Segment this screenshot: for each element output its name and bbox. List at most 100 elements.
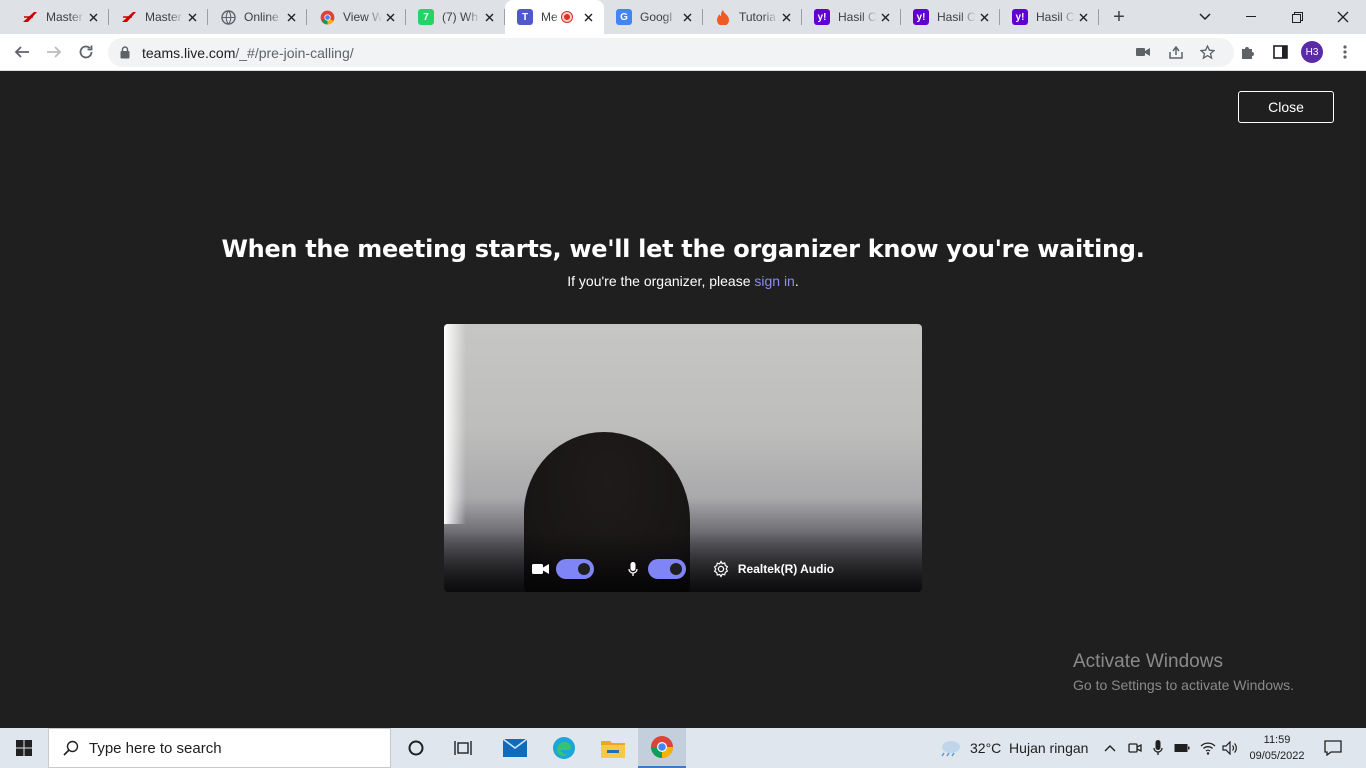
profile-avatar[interactable]: H3 — [1301, 41, 1323, 63]
audio-device-label[interactable]: Realtek(R) Audio — [738, 562, 834, 576]
forward-button[interactable] — [42, 40, 66, 64]
tab-close-icon[interactable] — [976, 9, 992, 25]
wifi-icon — [1200, 742, 1216, 755]
arrow-right-icon — [47, 46, 62, 58]
yahoo-icon: y! — [814, 9, 830, 25]
browser-tab[interactable]: Master — [10, 0, 109, 34]
meet-now-tray-button[interactable] — [1126, 728, 1144, 768]
tab-close-icon[interactable] — [580, 9, 596, 25]
tab-title: Googl — [640, 10, 673, 24]
arrow-left-icon — [14, 46, 29, 58]
kebab-menu-icon — [1343, 45, 1347, 59]
reload-button[interactable] — [74, 40, 98, 64]
close-icon — [1337, 11, 1349, 23]
speaker-icon — [1222, 741, 1237, 755]
google-translate-icon: G — [616, 9, 632, 25]
new-tab-button[interactable]: + — [1108, 6, 1130, 28]
browser-tab[interactable]: G Googl — [604, 0, 703, 34]
tab-close-icon[interactable] — [1075, 9, 1091, 25]
window-close-button[interactable] — [1320, 0, 1366, 34]
tab-close-icon[interactable] — [283, 9, 299, 25]
gear-icon[interactable] — [712, 560, 730, 578]
honda-icon — [22, 9, 38, 25]
microphone-toggle[interactable] — [647, 559, 686, 579]
honda-icon — [121, 9, 137, 25]
globe-icon — [220, 9, 236, 25]
device-controls: Realtek(R) Audio — [444, 556, 922, 582]
back-button[interactable] — [10, 40, 34, 64]
browser-tab[interactable]: Online — [208, 0, 307, 34]
network-tray-button[interactable] — [1198, 728, 1218, 768]
teams-icon: T — [517, 9, 533, 25]
task-view-icon — [454, 741, 472, 755]
show-hidden-icons-button[interactable] — [1102, 728, 1118, 768]
notifications-button[interactable] — [1318, 728, 1348, 768]
side-panel-icon — [1272, 45, 1288, 59]
taskbar-clock[interactable]: 11:59 09/05/2022 — [1242, 732, 1312, 764]
camera-toggle[interactable] — [555, 559, 594, 579]
tab-close-icon[interactable] — [382, 9, 398, 25]
camera-in-use-icon[interactable] — [1136, 47, 1150, 57]
browser-tab[interactable]: Tutoria — [703, 0, 802, 34]
tab-search-button[interactable] — [1182, 0, 1228, 34]
tab-close-icon[interactable] — [481, 9, 497, 25]
file-explorer-button[interactable] — [593, 728, 633, 768]
cortana-button[interactable] — [396, 728, 436, 768]
minimize-icon — [1246, 16, 1256, 17]
tab-separator — [1098, 9, 1099, 25]
bookmark-star-icon[interactable] — [1200, 45, 1215, 60]
minimize-button[interactable] — [1228, 0, 1274, 34]
tab-close-icon[interactable] — [877, 9, 893, 25]
address-bar[interactable]: teams.live.com/_#/pre-join-calling/ — [108, 38, 1234, 67]
organizer-hint: If you're the organizer, please sign in. — [0, 273, 1366, 289]
browser-tab[interactable]: Master — [109, 0, 208, 34]
tab-close-icon[interactable] — [778, 9, 794, 25]
browser-tab[interactable]: y! Hasil C — [1000, 0, 1099, 34]
yahoo-icon: y! — [913, 9, 929, 25]
camera-toggle-knob — [577, 563, 590, 575]
sign-in-link[interactable]: sign in — [754, 273, 794, 289]
edge-app-button[interactable] — [544, 728, 584, 768]
tab-title: Tutoria — [739, 10, 776, 24]
whatsapp-icon: 7 — [418, 9, 434, 25]
yahoo-icon: y! — [1012, 9, 1028, 25]
browser-tab[interactable]: y! Hasil C — [802, 0, 901, 34]
window-light — [444, 324, 466, 524]
windows-logo-icon — [16, 740, 32, 756]
share-icon[interactable] — [1168, 45, 1184, 60]
tab-title: Me — [541, 10, 558, 24]
teams-prejoin-page: Close When the meeting starts, we'll let… — [0, 71, 1366, 728]
tab-title: View W — [343, 10, 382, 24]
battery-tray-button[interactable] — [1173, 728, 1191, 768]
organizer-hint-suffix: . — [794, 273, 799, 289]
chrome-menu-button[interactable] — [1333, 40, 1357, 64]
page-title: When the meeting starts, we'll let the o… — [221, 235, 1145, 263]
start-button[interactable] — [0, 728, 48, 768]
side-panel-button[interactable] — [1268, 40, 1292, 64]
edge-icon — [553, 737, 575, 759]
extensions-button[interactable] — [1236, 40, 1260, 64]
lock-icon — [120, 46, 130, 59]
tab-title: (7) Wh — [442, 10, 478, 24]
browser-tab[interactable]: T Me — [505, 0, 604, 34]
microphone-tray-button[interactable] — [1150, 728, 1166, 768]
tab-close-icon[interactable] — [184, 9, 200, 25]
microphone-toggle-knob — [669, 563, 682, 575]
organizer-hint-text: If you're the organizer, please — [567, 273, 755, 289]
mail-icon — [503, 739, 527, 757]
search-icon — [63, 740, 79, 756]
tab-close-icon[interactable] — [85, 9, 101, 25]
task-view-button[interactable] — [443, 728, 483, 768]
microphone-icon — [624, 560, 642, 578]
restore-button[interactable] — [1274, 0, 1320, 34]
mail-app-button[interactable] — [495, 728, 535, 768]
browser-tab[interactable]: View W — [307, 0, 406, 34]
volume-tray-button[interactable] — [1220, 728, 1240, 768]
browser-tab[interactable]: y! Hasil C — [901, 0, 1000, 34]
chrome-app-button[interactable] — [638, 728, 686, 768]
close-button[interactable]: Close — [1238, 91, 1334, 123]
browser-tab[interactable]: 7 (7) Wh — [406, 0, 505, 34]
weather-widget[interactable]: 32°C Hujan ringan — [938, 728, 1098, 768]
taskbar-search-box[interactable]: Type here to search — [48, 728, 391, 768]
tab-close-icon[interactable] — [679, 9, 695, 25]
